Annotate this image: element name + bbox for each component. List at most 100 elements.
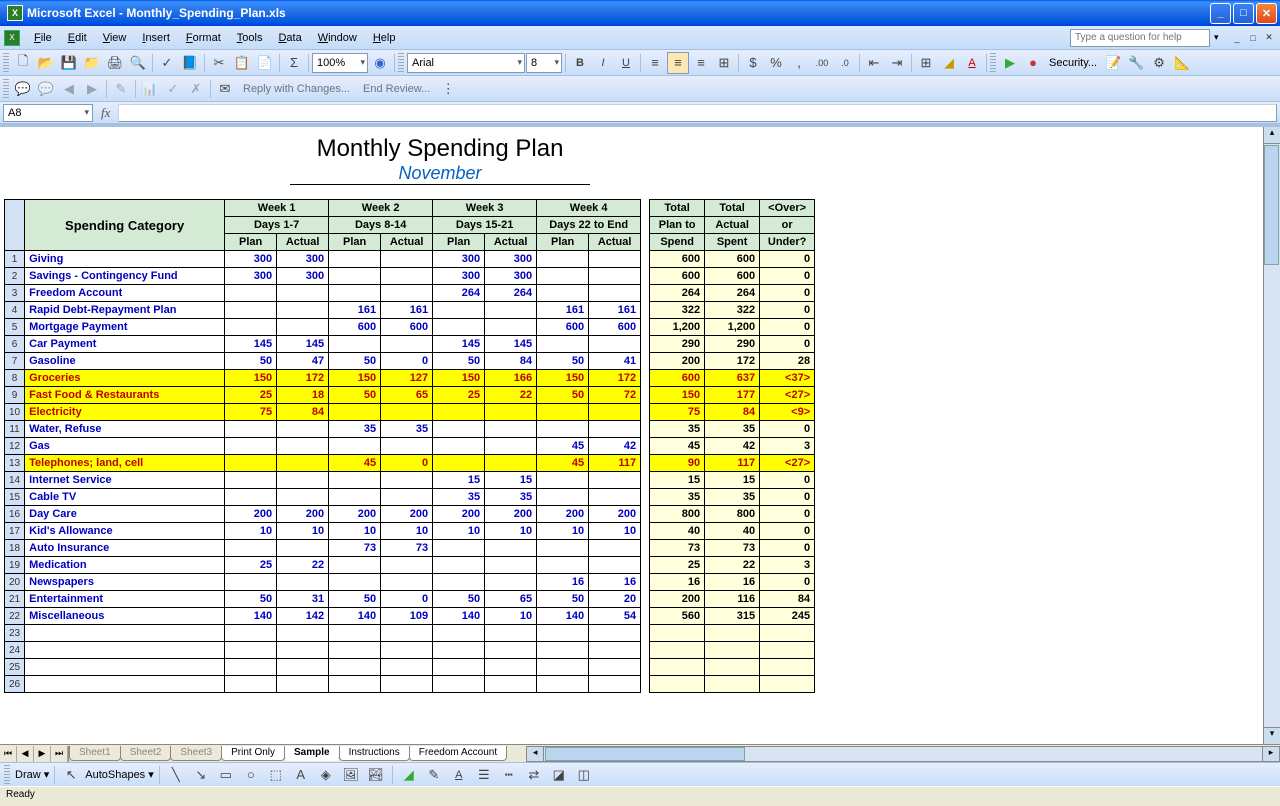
diagram-icon[interactable]: ◈ [315,764,337,786]
cut-icon[interactable]: ✂ [208,52,230,74]
select-objects-icon[interactable]: ↖ [60,764,82,786]
italic-icon[interactable]: I [592,52,614,74]
send-icon[interactable]: ✉ [214,78,236,100]
new-icon[interactable]: 🗋 [12,52,34,74]
mdi-close-button[interactable]: ✕ [1262,31,1276,45]
menu-tools[interactable]: Tools [229,29,271,47]
align-left-icon[interactable]: ≡ [644,52,666,74]
tab-instructions[interactable]: Instructions [339,746,410,761]
fontsize-combo[interactable]: 8 [526,53,562,73]
play-icon[interactable]: ▶ [999,52,1021,74]
options-icon[interactable]: ⋮ [437,78,459,100]
spending-table[interactable]: Spending CategoryWeek 1Week 2Week 3Week … [4,199,815,693]
save-icon[interactable]: 💾 [58,52,80,74]
borders-icon[interactable]: ⊞ [915,52,937,74]
vba-icon[interactable]: 📝 [1102,52,1124,74]
tab-sample[interactable]: Sample [284,746,340,761]
prev-comment-icon[interactable]: ◀ [58,78,80,100]
tab-nav[interactable]: ⏮ ◀ ▶ ⏭ [0,746,69,762]
bold-icon[interactable]: B [569,52,591,74]
arrow-style-icon[interactable]: ⇄ [523,764,545,786]
rectangle-icon[interactable]: ▭ [215,764,237,786]
new-comment-icon[interactable]: 💬 [12,78,34,100]
line-icon[interactable]: ╲ [165,764,187,786]
fill-color-icon[interactable]: ◢ [938,52,960,74]
decrease-indent-icon[interactable]: ⇤ [863,52,885,74]
tab-print-only[interactable]: Print Only [221,746,285,761]
menu-data[interactable]: Data [270,29,309,47]
formula-input[interactable] [118,104,1277,122]
vertical-scrollbar[interactable] [1263,127,1280,744]
clipart-icon[interactable]: 🖼 [340,764,362,786]
line-color-icon[interactable]: ✎ [423,764,445,786]
reject-icon[interactable]: ✗ [185,78,207,100]
font-color-icon[interactable]: A [961,52,983,74]
menu-file[interactable]: File [26,29,60,47]
mdi-restore-button[interactable]: □ [1246,31,1260,45]
tab-sheet2[interactable]: Sheet2 [120,746,172,761]
font-color-draw-icon[interactable]: A [448,764,470,786]
line-style-icon[interactable]: ☰ [473,764,495,786]
close-button[interactable]: ✕ [1256,3,1277,24]
accept-icon[interactable]: ✓ [162,78,184,100]
picture-icon[interactable]: 🏞 [365,764,387,786]
open-icon[interactable]: 📂 [35,52,57,74]
menu-help[interactable]: Help [365,29,404,47]
align-right-icon[interactable]: ≡ [690,52,712,74]
fx-icon[interactable]: fx [101,105,110,121]
tab-sheet1[interactable]: Sheet1 [69,746,121,761]
ink-icon[interactable]: ✎ [110,78,132,100]
record-icon[interactable]: ● [1022,52,1044,74]
menu-window[interactable]: Window [310,29,365,47]
print-icon[interactable]: 🖨 [104,52,126,74]
autoshapes-menu[interactable]: AutoShapes ▾ [85,768,154,781]
font-combo[interactable]: Arial [407,53,525,73]
shadow-icon[interactable]: ◪ [548,764,570,786]
permission-icon[interactable]: 📁 [81,52,103,74]
arrow-icon[interactable]: ↘ [190,764,212,786]
mdi-minimize-button[interactable]: _ [1230,31,1244,45]
help-dropdown-icon[interactable]: ▾ [1214,32,1224,43]
dash-style-icon[interactable]: ┅ [498,764,520,786]
increase-indent-icon[interactable]: ⇥ [886,52,908,74]
print-preview-icon[interactable]: 🔍 [127,52,149,74]
horizontal-scrollbar[interactable] [526,746,1280,762]
name-box[interactable]: A8 [3,104,93,122]
end-review-button[interactable]: End Review... [357,83,436,95]
3d-icon[interactable]: ◫ [573,764,595,786]
worksheet-area[interactable]: Monthly Spending Plan November Spending … [0,124,1280,744]
tab-freedom-account[interactable]: Freedom Account [409,746,507,761]
tab-last-icon[interactable]: ⏭ [51,746,68,762]
help-search-input[interactable] [1070,29,1210,47]
research-icon[interactable]: 📘 [179,52,201,74]
copy-icon[interactable]: 📋 [231,52,253,74]
align-center-icon[interactable]: ≡ [667,52,689,74]
textbox-icon[interactable]: ⬚ [265,764,287,786]
menu-format[interactable]: Format [178,29,229,47]
tab-first-icon[interactable]: ⏮ [0,746,17,762]
show-comment-icon[interactable]: 💬 [35,78,57,100]
help-icon[interactable]: ◉ [369,52,391,74]
decrease-decimal-icon[interactable]: .0 [834,52,856,74]
security-button[interactable]: Security... [1045,57,1101,69]
tab-next-icon[interactable]: ▶ [34,746,51,762]
zoom-combo[interactable]: 100% [312,53,368,73]
menu-view[interactable]: View [95,29,135,47]
tab-prev-icon[interactable]: ◀ [17,746,34,762]
merge-center-icon[interactable]: ⊞ [713,52,735,74]
draw-menu[interactable]: Draw ▾ [15,768,49,781]
menu-edit[interactable]: Edit [60,29,95,47]
increase-decimal-icon[interactable]: .00 [811,52,833,74]
percent-icon[interactable]: % [765,52,787,74]
fill-color-draw-icon[interactable]: ◢ [398,764,420,786]
autosum-icon[interactable]: Σ [283,52,305,74]
currency-icon[interactable]: $ [742,52,764,74]
doc-icon[interactable]: X [4,30,20,46]
tab-sheet3[interactable]: Sheet3 [170,746,222,761]
menu-insert[interactable]: Insert [134,29,178,47]
spelling-icon[interactable]: ✓ [156,52,178,74]
underline-icon[interactable]: U [615,52,637,74]
tool3-icon[interactable]: 📐 [1171,52,1193,74]
minimize-button[interactable]: _ [1210,3,1231,24]
reply-changes-button[interactable]: Reply with Changes... [237,83,356,95]
